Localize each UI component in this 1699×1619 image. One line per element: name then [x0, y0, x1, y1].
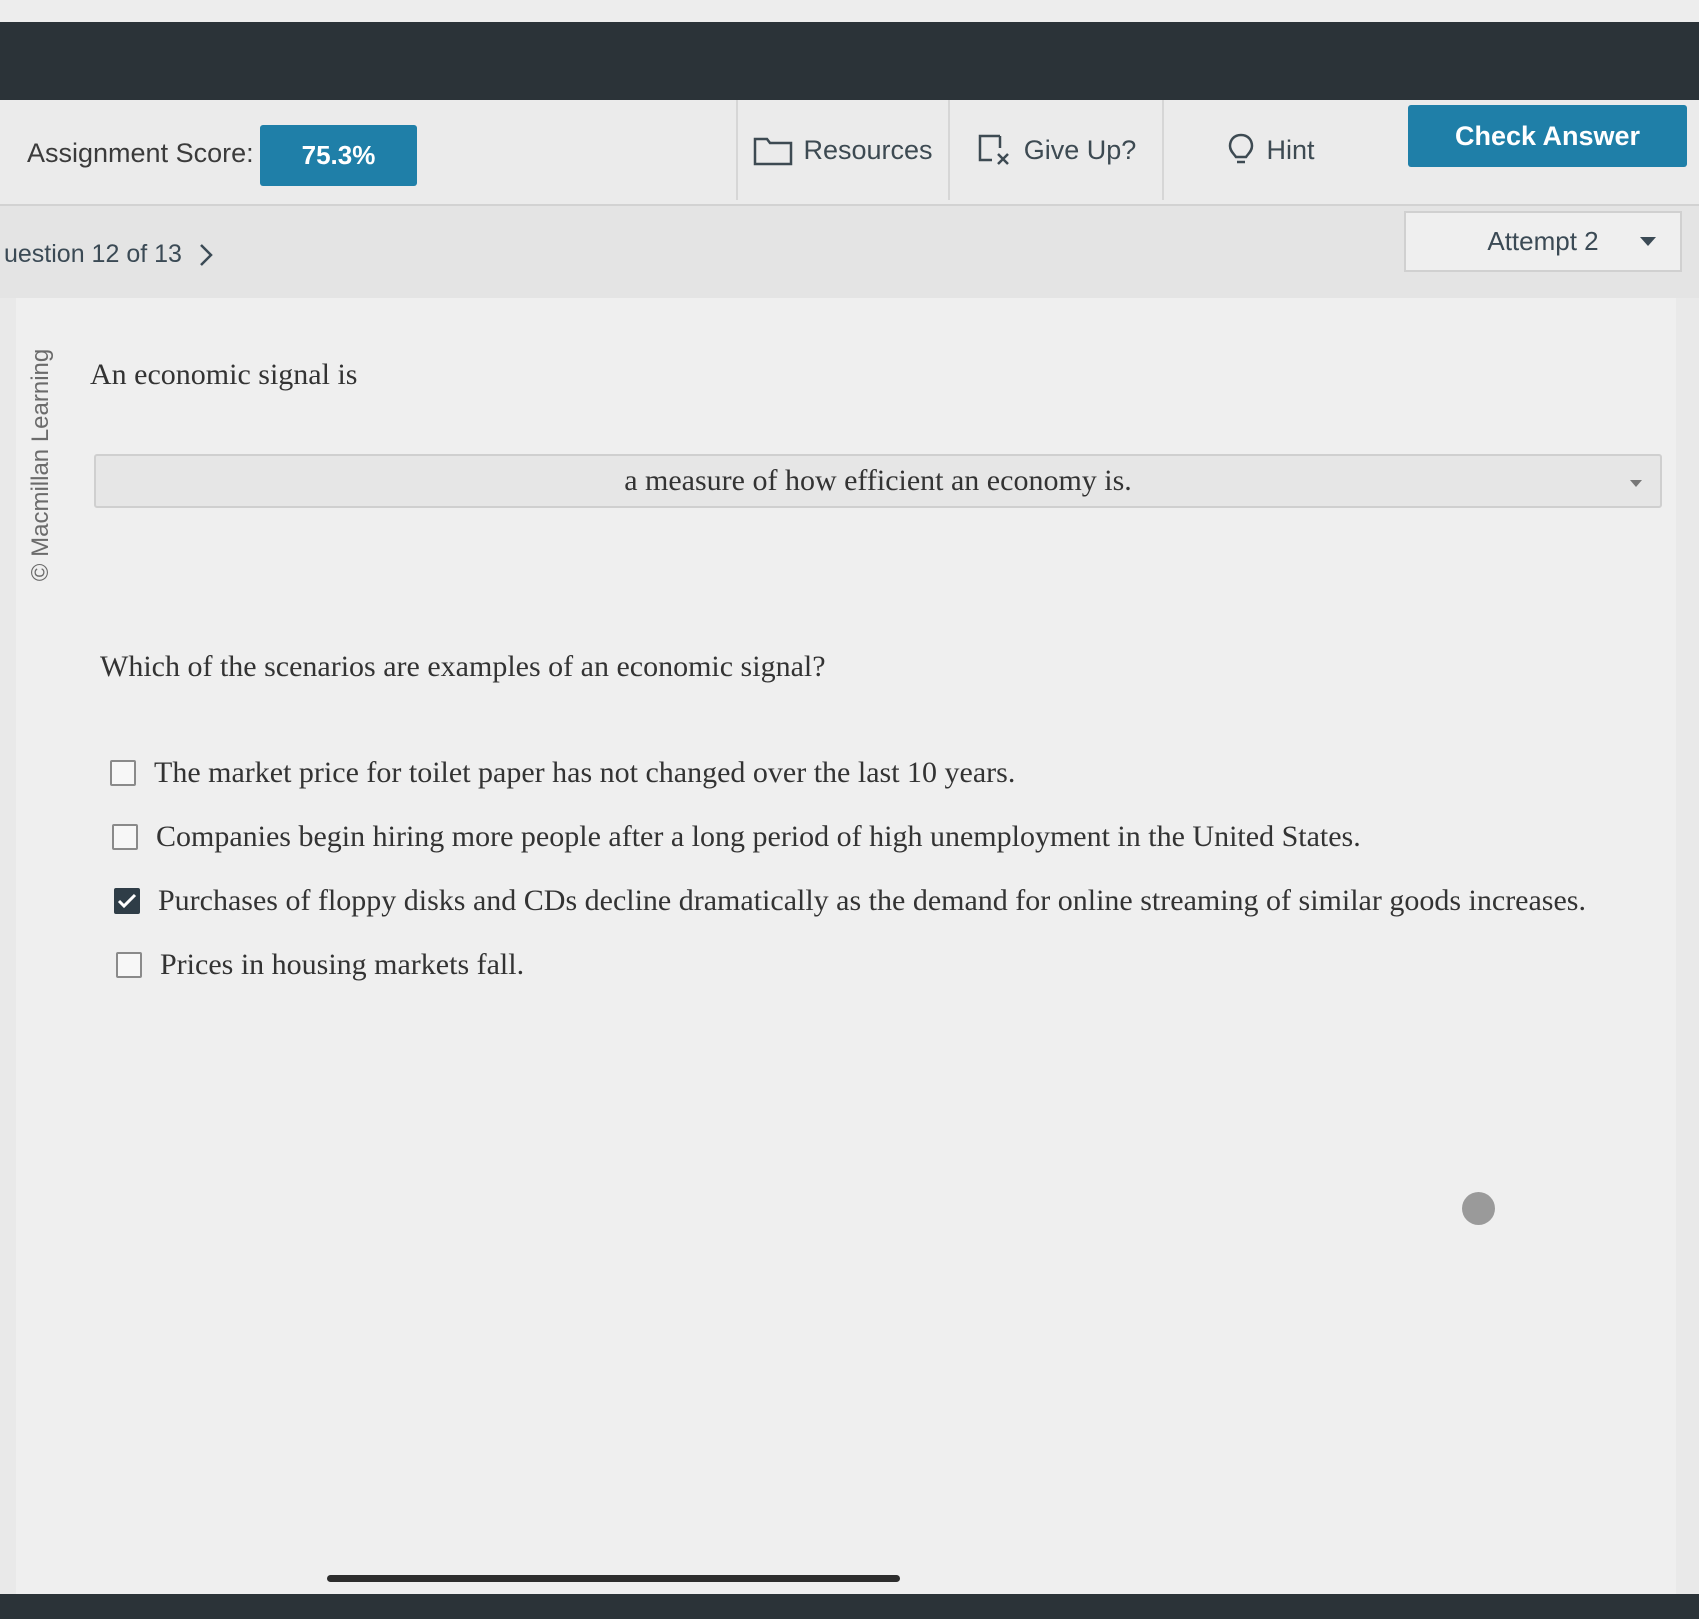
checkbox-4[interactable]: [116, 952, 142, 978]
question-navigator[interactable]: uestion 12 of 13: [4, 240, 214, 269]
option-row-4[interactable]: Prices in housing markets fall.: [116, 948, 524, 982]
checkbox-2[interactable]: [112, 824, 138, 850]
checkbox-3[interactable]: [114, 888, 140, 914]
attempt-select[interactable]: Attempt 2: [1404, 211, 1682, 272]
check-answer-button[interactable]: Check Answer: [1408, 105, 1687, 167]
question-prompt: Which of the scenarios are examples of a…: [100, 650, 826, 683]
header-bar: [0, 22, 1699, 104]
lightbulb-icon: [1229, 133, 1254, 164]
option-label-3: Purchases of floppy disks and CDs declin…: [158, 884, 1586, 917]
dropdown-selected-value: a measure of how efficient an economy is…: [624, 464, 1132, 497]
option-row-1[interactable]: The market price for toilet paper has no…: [110, 756, 1015, 790]
folder-icon: [754, 137, 793, 166]
question-counter: uestion 12 of 13: [4, 240, 182, 268]
dropdown-caret-icon: [1630, 480, 1642, 487]
option-row-2[interactable]: Companies begin hiring more people after…: [112, 820, 1361, 854]
bottom-bezel: [0, 1594, 1699, 1619]
home-indicator: [327, 1575, 900, 1582]
assignment-score-badge: 75.3%: [260, 125, 417, 186]
resources-label: Resources: [803, 134, 933, 165]
option-label-1: The market price for toilet paper has no…: [154, 756, 1016, 789]
hint-button[interactable]: Hint: [1162, 100, 1377, 200]
give-up-icon: [978, 134, 1009, 165]
give-up-button[interactable]: Give Up?: [948, 100, 1162, 200]
copyright-credit: © Macmillan Learning: [27, 348, 55, 582]
attempt-label: Attempt 2: [1487, 226, 1599, 256]
option-label-2: Companies begin hiring more people after…: [156, 820, 1361, 853]
resources-button[interactable]: Resources: [736, 100, 948, 200]
give-up-label: Give Up?: [1023, 134, 1137, 165]
chevron-right-icon[interactable]: [198, 242, 214, 268]
hint-label: Hint: [1266, 134, 1315, 165]
caret-down-icon: [1640, 237, 1656, 246]
option-row-3[interactable]: Purchases of floppy disks and CDs declin…: [114, 884, 1586, 918]
checkbox-1[interactable]: [110, 760, 136, 786]
cursor-dot: [1462, 1192, 1495, 1225]
question-stem: An economic signal is: [90, 358, 358, 391]
top-strip: [0, 0, 1699, 22]
option-label-4: Prices in housing markets fall.: [160, 948, 525, 981]
assignment-score-label: Assignment Score:: [27, 138, 254, 168]
answer-dropdown[interactable]: a measure of how efficient an economy is…: [94, 454, 1662, 508]
checkmark-icon: [117, 893, 137, 909]
